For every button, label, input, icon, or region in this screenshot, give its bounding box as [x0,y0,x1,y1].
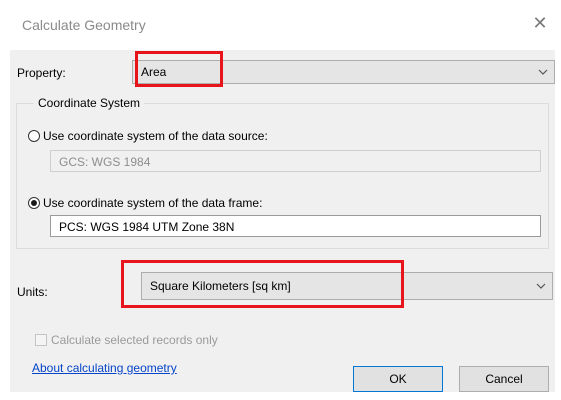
frame-cs-field: PCS: WGS 1984 UTM Zone 38N [50,215,541,237]
close-icon[interactable]: ✕ [527,10,553,36]
coordinate-system-legend: Coordinate System [34,96,145,110]
selected-only-option[interactable]: Calculate selected records only [35,333,218,347]
property-label: Property: [17,66,66,80]
cancel-button[interactable]: Cancel [459,366,549,392]
chevron-down-icon [538,69,548,75]
about-calculating-geometry-link[interactable]: About calculating geometry [32,361,177,375]
source-cs-label: Use coordinate system of the data source… [43,129,268,143]
units-label: Units: [17,285,48,299]
units-value: Square Kilometers [sq km] [150,279,291,293]
property-value: Area [141,65,167,79]
dialog-title: Calculate Geometry [22,17,146,33]
chevron-down-icon [536,283,546,289]
selected-only-checkbox[interactable] [35,334,47,346]
ok-button[interactable]: OK [353,366,443,392]
units-dropdown[interactable]: Square Kilometers [sq km] [141,272,553,300]
frame-cs-option[interactable]: Use coordinate system of the data frame: [28,196,262,210]
frame-cs-radio[interactable] [28,197,40,209]
frame-cs-label: Use coordinate system of the data frame: [43,196,263,210]
source-cs-option[interactable]: Use coordinate system of the data source… [28,129,268,143]
source-cs-field: GCS: WGS 1984 [50,150,541,172]
selected-only-label: Calculate selected records only [51,333,218,347]
property-dropdown[interactable]: Area [132,60,555,84]
source-cs-radio[interactable] [28,130,40,142]
